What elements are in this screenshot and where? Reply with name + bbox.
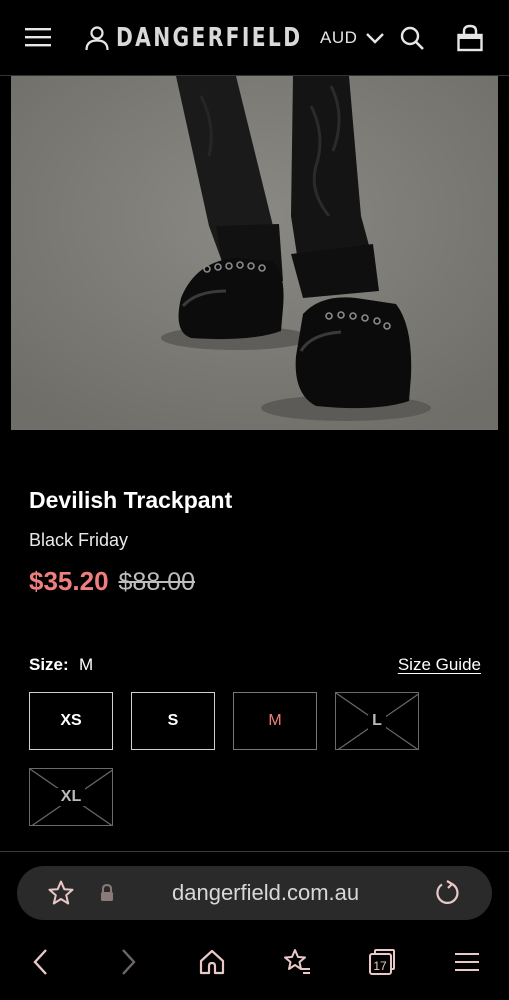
chevron-left-icon bbox=[33, 949, 47, 975]
size-label: Size: bbox=[29, 655, 69, 674]
size-option-s[interactable]: S bbox=[131, 692, 215, 750]
divider bbox=[0, 851, 509, 852]
home-button[interactable] bbox=[196, 946, 228, 978]
site-header: DANGERFIELD AUD bbox=[0, 0, 509, 76]
size-option-xl[interactable]: XL bbox=[29, 768, 113, 826]
sale-price: $35.20 bbox=[29, 566, 109, 596]
size-option-label: S bbox=[163, 712, 183, 730]
size-row: Size: M Size Guide bbox=[29, 655, 481, 679]
user-icon bbox=[85, 26, 109, 51]
back-button[interactable] bbox=[25, 946, 57, 978]
address-bar[interactable]: dangerfield.com.au bbox=[17, 866, 492, 920]
size-option-label: L bbox=[368, 712, 386, 730]
search-button[interactable] bbox=[398, 24, 426, 52]
size-guide-link[interactable]: Size Guide bbox=[398, 655, 481, 675]
currency-label: AUD bbox=[320, 28, 358, 47]
product-title: Devilish Trackpant bbox=[29, 487, 233, 513]
tabs-button[interactable]: 17 bbox=[366, 946, 398, 978]
browser-toolbar: 17 bbox=[0, 934, 509, 990]
lock-icon[interactable] bbox=[99, 883, 115, 903]
brand-logo[interactable]: DANGERFIELD bbox=[116, 20, 302, 56]
menu-button[interactable] bbox=[22, 22, 54, 52]
page: DANGERFIELD AUD Devilish Trackpant Black… bbox=[0, 0, 509, 1000]
hamburger-icon bbox=[455, 953, 479, 971]
product-collection: Black Friday bbox=[29, 530, 129, 550]
chevron-down-icon bbox=[366, 33, 385, 44]
browser-menu-button[interactable] bbox=[451, 946, 483, 978]
cart-button[interactable] bbox=[455, 23, 485, 53]
size-option-xs[interactable]: XS bbox=[29, 692, 113, 750]
account-button[interactable] bbox=[83, 24, 111, 52]
url-text[interactable]: dangerfield.com.au bbox=[172, 880, 359, 906]
currency-selector[interactable]: AUD bbox=[320, 24, 385, 52]
size-option-m[interactable]: M bbox=[233, 692, 317, 750]
size-option-label: XL bbox=[56, 788, 86, 806]
hamburger-icon bbox=[25, 28, 51, 47]
product-image[interactable] bbox=[11, 76, 498, 430]
original-price: $88.00 bbox=[118, 568, 195, 596]
home-icon bbox=[199, 949, 225, 975]
forward-button[interactable] bbox=[112, 946, 144, 978]
selected-size-value: M bbox=[79, 655, 94, 674]
price-row: $35.20 $88.00 bbox=[29, 566, 195, 597]
search-icon bbox=[400, 26, 424, 50]
size-option-l[interactable]: L bbox=[335, 692, 419, 750]
star-icon[interactable] bbox=[47, 879, 75, 907]
product-photo bbox=[11, 76, 498, 430]
tab-count: 17 bbox=[373, 958, 387, 973]
bookmarks-button[interactable] bbox=[281, 946, 313, 978]
size-option-label: M bbox=[264, 712, 286, 730]
chevron-right-icon bbox=[122, 949, 136, 975]
reload-icon[interactable] bbox=[433, 879, 461, 907]
size-option-label: XS bbox=[56, 712, 86, 730]
shopping-bag-icon bbox=[457, 24, 483, 52]
star-list-icon bbox=[284, 949, 310, 974]
